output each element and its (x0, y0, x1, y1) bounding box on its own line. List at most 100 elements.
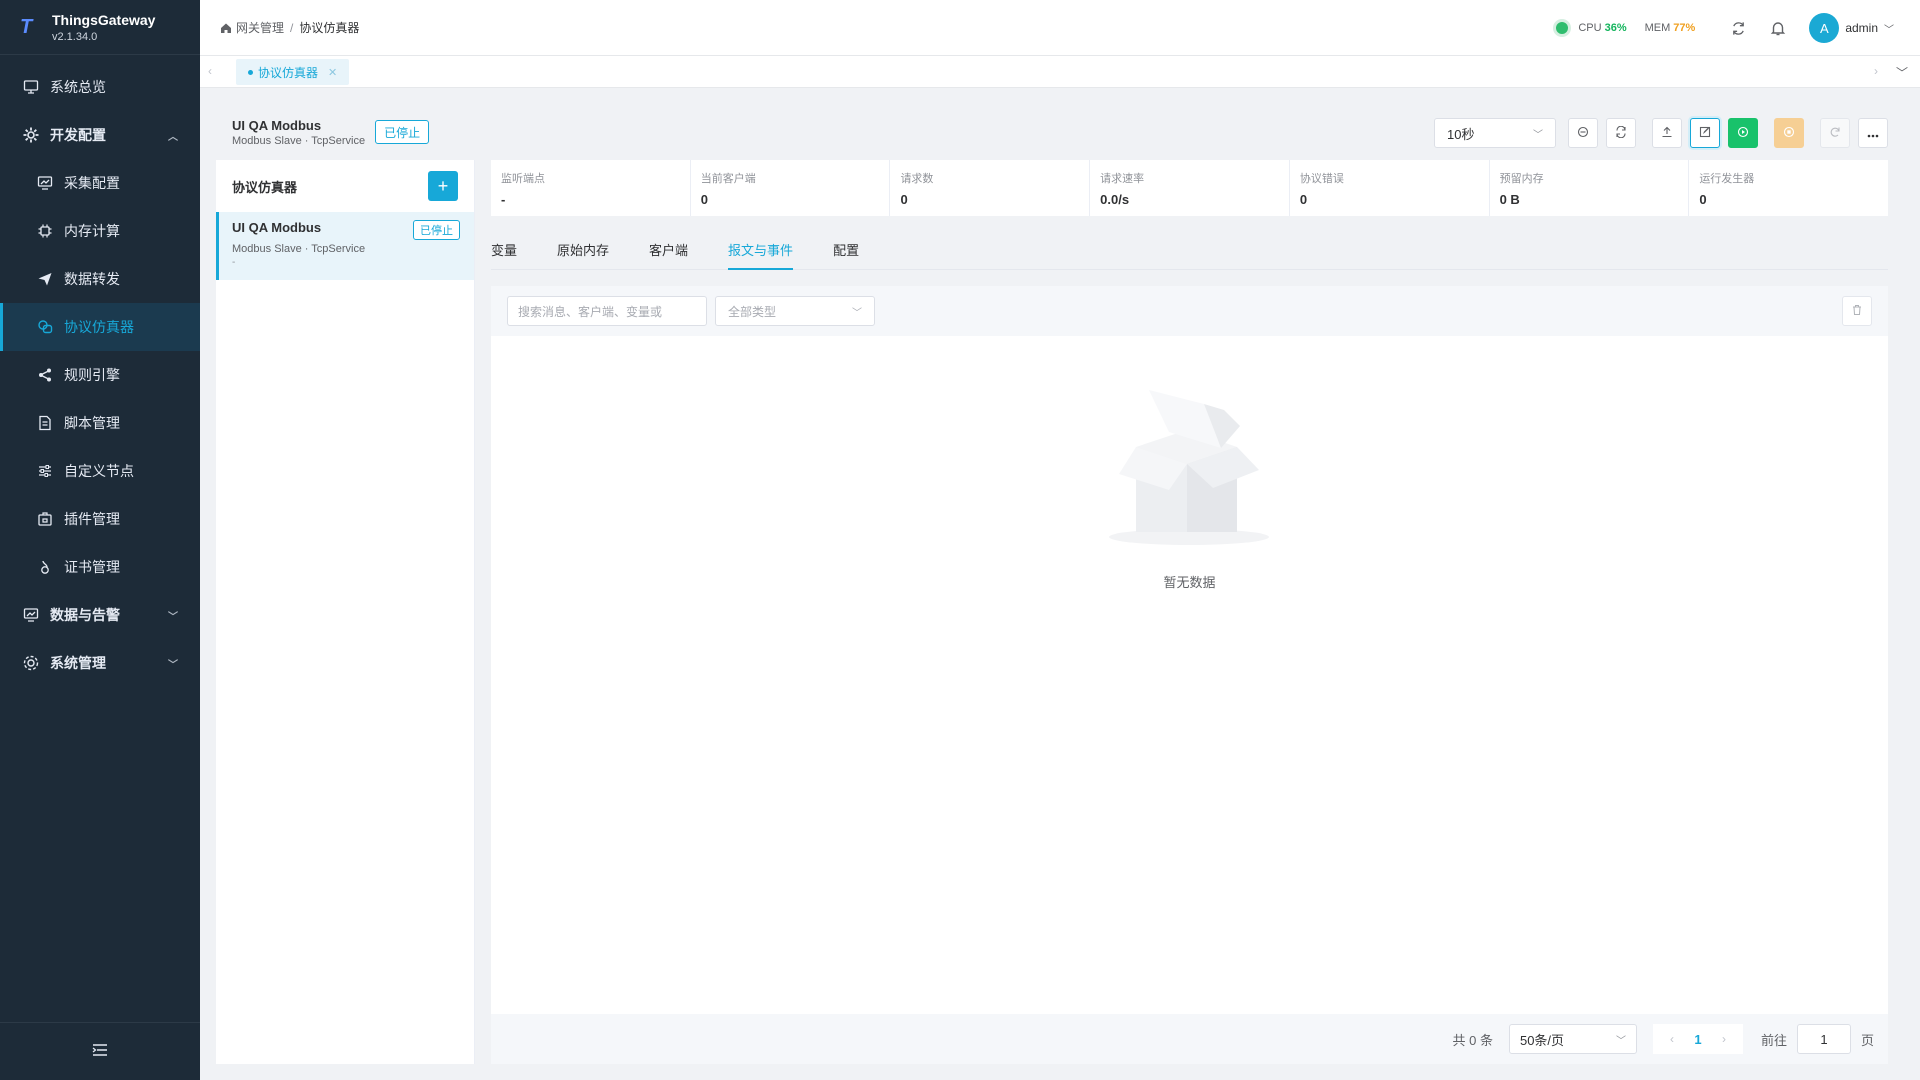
upload-icon (1661, 125, 1673, 141)
refresh-button[interactable] (1606, 118, 1636, 148)
sidebar-item-label: 脚本管理 (64, 415, 120, 431)
refresh-icon (1615, 125, 1627, 141)
page-nav: ‹ 1 › (1652, 1024, 1743, 1054)
more-button[interactable] (1858, 118, 1888, 148)
tab-scroll-left-icon[interactable]: ‹ (208, 64, 212, 78)
search-input[interactable]: 搜索消息、客户端、变量或 (507, 296, 707, 326)
simulator-subtitle: Modbus Slave · TcpService (232, 134, 366, 147)
breadcrumb-root[interactable]: 网关管理 (236, 19, 284, 36)
start-button[interactable] (1728, 118, 1758, 148)
refresh-interval-value: 10秒 (1447, 126, 1475, 142)
empty-box-icon (1109, 382, 1269, 555)
goto-page-input[interactable]: 1 (1796, 1024, 1851, 1054)
sidebar-item-protocol-simulator[interactable]: 协议仿真器 (0, 303, 200, 351)
monitor-icon (22, 606, 40, 624)
gear-icon (22, 654, 40, 672)
avatar[interactable]: A (1809, 13, 1840, 43)
breadcrumb-separator: / (290, 20, 294, 35)
document-icon (36, 414, 54, 432)
refresh-interval-select[interactable]: 10秒 ﹀ (1434, 118, 1556, 148)
main-content: UI QA Modbus Modbus Slave · TcpService 已… (216, 104, 1888, 1064)
sidebar-item-overview[interactable]: 系统总览 (0, 63, 200, 111)
stop-button[interactable] (1774, 118, 1804, 148)
stat-value: 0 (900, 192, 908, 207)
stop-icon (1783, 125, 1795, 141)
tab-messages-events[interactable]: 报文与事件 (728, 240, 794, 270)
sidebar-item-memory-compute[interactable]: 内存计算 (0, 207, 200, 255)
page-size-select[interactable]: 50条/页 ﹀ (1508, 1024, 1637, 1054)
page-size-value: 50条/页 (1519, 1032, 1565, 1048)
stat-label: 请求速率 (1100, 173, 1145, 185)
top-header: 网关管理 / 协议仿真器 CPU 36% MEM 77% A admin ﹀ (200, 0, 1920, 56)
sidebar-item-dev-config[interactable]: 开发配置 ︿ (0, 111, 200, 159)
next-page-icon[interactable]: › (1713, 1032, 1735, 1046)
username[interactable]: admin (1845, 21, 1878, 35)
sidebar-item-label: 系统管理 (50, 655, 106, 671)
tab-bar: ‹ 协议仿真器 ✕ › ﹀ (200, 56, 1920, 88)
list-item[interactable]: UI QA Modbus Modbus Slave · TcpService -… (216, 212, 474, 280)
status-dot-icon (1556, 22, 1569, 34)
type-select-value: 全部类型 (728, 304, 777, 319)
list-item-detail: - (232, 257, 236, 268)
mem-label: MEM (1644, 22, 1671, 34)
status-badge: 已停止 (375, 120, 430, 144)
certificate-icon (36, 558, 54, 576)
stat-label: 协议错误 (1299, 173, 1344, 185)
tab-scroll-right-icon[interactable]: › (1874, 64, 1878, 78)
reset-button[interactable] (1820, 118, 1850, 148)
sidebar-item-system-manage[interactable]: 系统管理 ﹀ (0, 639, 200, 687)
list-title: 协议仿真器 (232, 179, 298, 195)
pagination-total: 共 0 条 (1452, 1032, 1493, 1048)
empty-state: 暂无数据 (491, 336, 1888, 1002)
prev-page-icon[interactable]: ‹ (1661, 1032, 1683, 1046)
sidebar-item-certificate-manage[interactable]: 证书管理 (0, 543, 200, 591)
more-icon (1867, 125, 1879, 141)
stat-protocol-errors: 协议错误 0 (1290, 160, 1490, 216)
stat-value: 0 (1699, 192, 1707, 207)
sidebar-collapse-button[interactable] (0, 1022, 200, 1080)
stat-running-generators: 运行发生器 0 (1689, 160, 1888, 216)
tab-config[interactable]: 配置 (833, 240, 859, 269)
home-icon[interactable] (220, 22, 232, 34)
clear-button[interactable] (1842, 296, 1872, 326)
tab-raw-memory[interactable]: 原始内存 (557, 240, 609, 269)
close-icon[interactable]: ✕ (328, 66, 337, 79)
sidebar-item-plugin-manage[interactable]: 插件管理 (0, 495, 200, 543)
breadcrumb: 网关管理 / 协议仿真器 (220, 19, 359, 36)
sidebar-item-collect-config[interactable]: 采集配置 (0, 159, 200, 207)
edit-icon (1699, 125, 1711, 141)
sidebar-item-label: 数据与告警 (50, 607, 120, 623)
sidebar-item-label: 协议仿真器 (64, 319, 134, 335)
sidebar-item-rule-engine[interactable]: 规则引擎 (0, 351, 200, 399)
chevron-down-icon: ﹀ (852, 307, 862, 319)
share-icon (36, 366, 54, 384)
sidebar-item-label: 采集配置 (64, 175, 120, 191)
plugin-icon (36, 510, 54, 528)
simulator-title: UI QA Modbus (232, 117, 322, 133)
sidebar-item-custom-node[interactable]: 自定义节点 (0, 447, 200, 495)
chevron-down-icon[interactable]: ﹀ (1896, 64, 1908, 81)
tab-protocol-simulator[interactable]: 协议仿真器 ✕ (236, 59, 350, 85)
chevron-down-icon: ﹀ (168, 659, 178, 671)
play-icon (1737, 125, 1749, 141)
tab-clients[interactable]: 客户端 (649, 240, 688, 269)
chevron-up-icon: ︿ (168, 131, 178, 143)
sidebar-item-label: 插件管理 (64, 511, 120, 527)
edit-button[interactable] (1690, 118, 1720, 148)
logo-icon: T (20, 15, 33, 38)
stats-bar: 监听端点 - 当前客户端 0 请求数 0 请求速率 0.0/s 协议错误 0 预留内存 0 … (491, 160, 1888, 216)
chevron-down-icon[interactable]: ﹀ (1884, 21, 1894, 36)
bell-icon[interactable] (1769, 19, 1787, 37)
type-select[interactable]: 全部类型 ﹀ (715, 296, 875, 326)
export-button[interactable] (1652, 118, 1682, 148)
sidebar-item-script-manage[interactable]: 脚本管理 (0, 399, 200, 447)
refresh-icon[interactable] (1729, 19, 1747, 37)
tab-variables[interactable]: 变量 (491, 240, 517, 269)
view-button[interactable] (1568, 118, 1598, 148)
stat-reserved-memory: 预留内存 0 B (1490, 160, 1690, 216)
sidebar-item-data-alarm[interactable]: 数据与告警 ﹀ (0, 591, 200, 639)
page-number[interactable]: 1 (1683, 1032, 1713, 1047)
sidebar-item-data-forward[interactable]: 数据转发 (0, 255, 200, 303)
monitor-icon (22, 78, 40, 96)
add-simulator-button[interactable]: + (428, 171, 458, 201)
